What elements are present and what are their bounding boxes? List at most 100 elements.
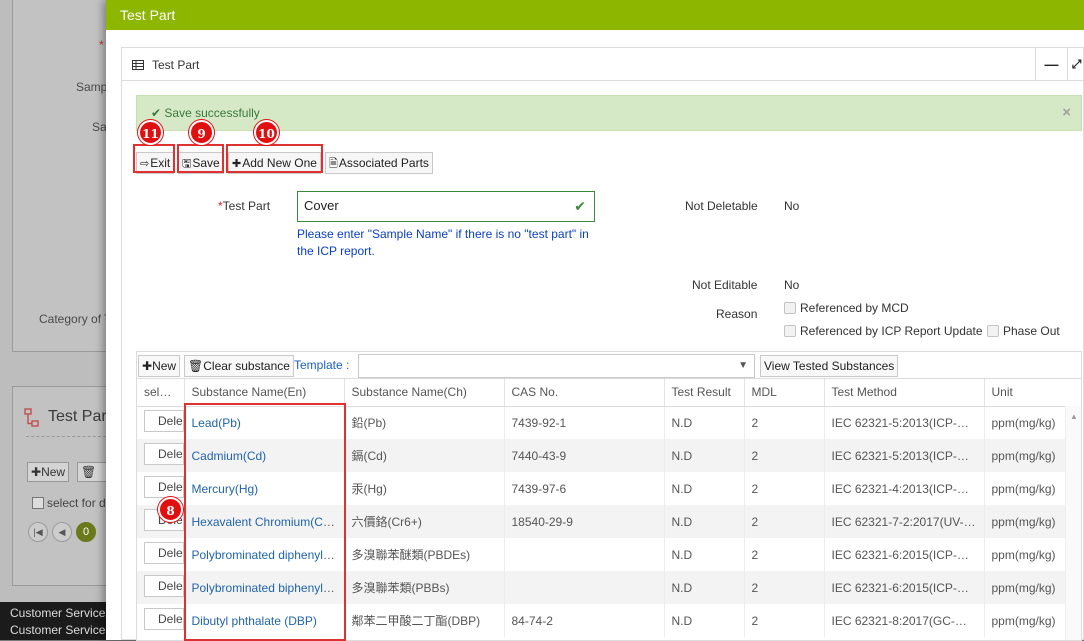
delete-row-button[interactable]: Dele — [144, 575, 183, 597]
check-icon: ✔ — [151, 106, 162, 120]
cas-no: 84-74-2 — [504, 604, 665, 637]
not-editable-value: No — [784, 278, 800, 292]
background-panel-title: Test Par — [48, 408, 107, 425]
delete-row-button[interactable]: Dele — [144, 410, 183, 433]
trash-icon: 🗑 — [81, 465, 97, 479]
prev-page-icon[interactable]: ◀ — [52, 522, 72, 542]
mdl: 2 — [744, 472, 825, 505]
column-header[interactable]: Substance Name(En) — [184, 379, 345, 407]
column-header[interactable]: MDL — [744, 379, 825, 407]
mdl: 2 — [744, 406, 825, 439]
highlight-substance-names — [184, 403, 346, 641]
column-header[interactable]: CAS No. — [504, 379, 665, 407]
background-label-sa: Sa — [92, 120, 107, 134]
test-result: N.D — [664, 406, 745, 439]
cas-no: 18540-29-9 — [504, 505, 665, 538]
footer-line: Customer Service — [10, 606, 106, 620]
test-part-label: *Test Part — [218, 199, 271, 213]
substance-name-ch: 六價鉻(Cr6+) — [344, 505, 505, 538]
substance-toolbar: ✚New 🗑Clear substance Template : ▼ View … — [136, 351, 1082, 379]
cas-no — [504, 538, 665, 571]
test-part-portlet: Test Part — ⤢ ✔ Save successfully × ⇨Exi… — [121, 47, 1084, 641]
expand-button[interactable]: ⤢ — [1067, 48, 1084, 80]
test-part-input[interactable]: Cover ✔ — [297, 191, 595, 222]
first-page-icon[interactable]: |◀ — [28, 522, 48, 542]
test-method: IEC 62321-4:2013(ICP-AES) — [824, 472, 985, 505]
annotation-marker: 9 — [189, 120, 214, 145]
column-header[interactable]: Test Result — [664, 379, 745, 407]
highlight-add-new-one — [226, 144, 323, 173]
table-icon — [132, 60, 144, 70]
referenced-by-mcd-checkbox[interactable]: Referenced by MCD — [784, 301, 909, 315]
highlight-exit — [133, 144, 175, 173]
reason-label: Reason — [716, 307, 758, 321]
minimize-button[interactable]: — — [1035, 48, 1067, 80]
footer-line: Customer Service — [10, 623, 106, 637]
phase-out-checkbox[interactable]: Phase Out — [987, 324, 1060, 338]
column-header[interactable]: Unit — [984, 379, 1081, 407]
background-divider — [26, 436, 106, 437]
delete-row-button[interactable]: Dele — [144, 542, 183, 564]
substance-name-ch: 鉛(Pb) — [344, 406, 505, 439]
annotation-marker: 11 — [138, 120, 163, 145]
substance-name-ch: 多溴聯苯類(PBBs) — [344, 571, 505, 604]
test-method: IEC 62321-5:2013(ICP-AES) — [824, 439, 985, 472]
column-header[interactable]: Substance Name(Ch) — [344, 379, 505, 407]
mdl: 2 — [744, 538, 825, 571]
not-deletable-value: No — [784, 199, 800, 213]
highlight-save — [177, 144, 224, 173]
associated-parts-button[interactable]: 🗎Associated Parts — [325, 152, 433, 174]
template-label: Template : — [294, 358, 350, 372]
substance-name-ch: 多溴聯苯醚類(PBDEs) — [344, 538, 505, 571]
delete-row-button[interactable]: Dele — [144, 443, 183, 465]
test-result: N.D — [664, 538, 745, 571]
caret-down-icon: ▼ — [738, 360, 748, 371]
cas-no: 7440-43-9 — [504, 439, 665, 472]
portlet-title-text: Test Part — [152, 58, 200, 72]
new-substance-button[interactable]: ✚New — [138, 355, 181, 377]
background-form-panel — [12, 0, 112, 352]
view-tested-substances-button[interactable]: View Tested Substances — [760, 355, 899, 377]
background-label-category: Category of T — [39, 312, 112, 326]
referenced-by-icp-checkbox[interactable]: Referenced by ICP Report Update — [784, 324, 983, 338]
alert-message: Save successfully — [164, 106, 260, 120]
column-header[interactable]: sel… — [137, 379, 185, 407]
scroll-up-icon: ▲ — [1070, 412, 1078, 421]
background-select-checkbox[interactable]: select for d — [32, 496, 106, 510]
grid-header-row: sel… Substance Name(En) Substance Name(C… — [137, 379, 1081, 407]
test-result: N.D — [664, 439, 745, 472]
test-method: IEC 62321-6:2015(ICP-AES) — [824, 571, 985, 604]
plus-icon: ✚ — [31, 465, 42, 479]
success-alert: ✔ Save successfully × — [136, 95, 1082, 131]
portlet-title: Test Part — [132, 58, 199, 72]
substance-name-ch: 鎘(Cd) — [344, 439, 505, 472]
test-result: N.D — [664, 571, 745, 604]
delete-row-button[interactable]: Dele — [144, 476, 183, 498]
column-header[interactable]: Test Method — [824, 379, 985, 407]
tree-icon — [24, 408, 39, 427]
substance-name-ch: 鄰苯二甲酸二丁酯(DBP) — [344, 604, 505, 637]
cas-no: 7439-97-6 — [504, 472, 665, 505]
document-icon: 🗎 — [329, 158, 338, 170]
test-method: IEC 62321-7-2:2017(UV-VIS) — [824, 505, 985, 538]
background-new-button[interactable]: ✚New — [27, 462, 70, 482]
test-part-modal: Test Part Test Part — ⤢ ✔ Save successfu… — [106, 0, 1084, 641]
close-icon[interactable]: × — [1062, 104, 1071, 121]
modal-title: Test Part — [106, 0, 1084, 30]
minimize-icon: — — [1044, 56, 1059, 72]
mdl: 2 — [744, 571, 825, 604]
clear-substance-button[interactable]: 🗑Clear substance — [184, 355, 294, 377]
test-method: IEC 62321-8:2017(GC-MS) — [824, 604, 985, 637]
expand-icon: ⤢ — [1071, 56, 1082, 71]
mdl: 2 — [744, 604, 825, 637]
delete-row-button[interactable]: Dele — [144, 608, 183, 630]
plus-icon: ✚ — [142, 359, 153, 373]
background-label-sample: Samp — [76, 80, 108, 94]
background-delete-button[interactable]: 🗑De — [77, 462, 107, 482]
substance-name-ch: 汞(Hg) — [344, 472, 505, 505]
test-result: N.D — [664, 472, 745, 505]
template-select[interactable]: ▼ — [358, 354, 755, 378]
test-method: IEC 62321-5:2013(ICP-AES) — [824, 406, 985, 439]
grid-scrollbar[interactable]: ▲ — [1065, 406, 1081, 640]
current-page[interactable]: 0 — [76, 522, 96, 542]
